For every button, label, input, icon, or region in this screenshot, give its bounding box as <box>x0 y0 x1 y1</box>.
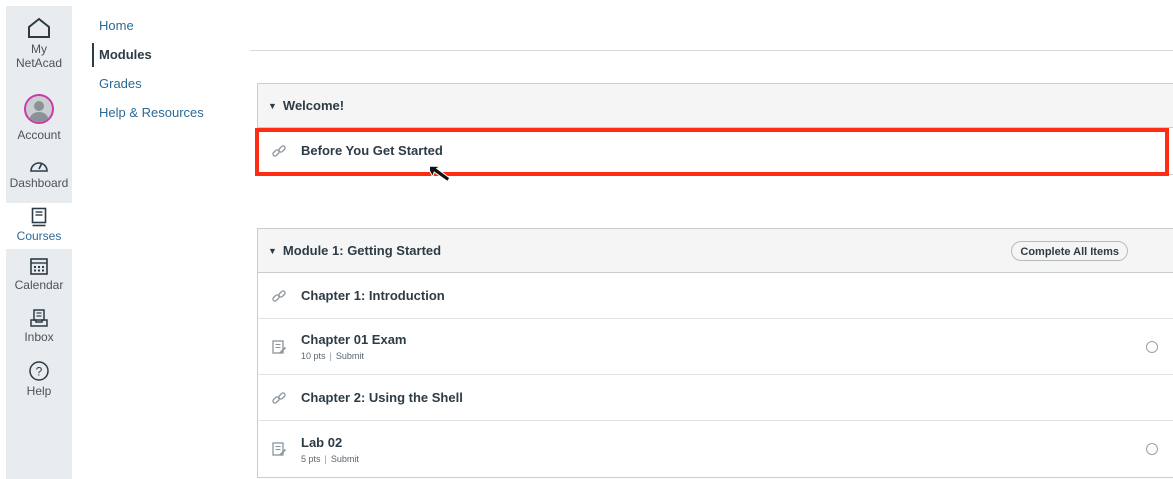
item-meta: 5 pts | Submit <box>301 453 359 464</box>
completion-circle-icon <box>1146 340 1158 353</box>
item-meta: 10 pts | Submit <box>301 351 364 361</box>
module-item[interactable]: Chapter 1: Introduction <box>258 273 1173 319</box>
module-item[interactable]: Chapter 2: Using the Shell <box>258 375 1173 421</box>
collapse-caret-icon[interactable]: ▼ <box>268 246 277 256</box>
item-action: Submit <box>335 351 364 361</box>
inbox-icon <box>30 309 48 327</box>
nav-account[interactable]: Account <box>6 94 72 142</box>
course-nav-home[interactable]: Home <box>92 14 242 38</box>
link-icon <box>272 391 286 404</box>
item-title[interactable]: Lab 02 <box>301 435 359 451</box>
course-nav-help-resources[interactable]: Help & Resources <box>92 101 242 125</box>
item-points: 10 pts <box>301 351 326 361</box>
item-points: 5 pts <box>301 453 321 464</box>
arrow-cursor-icon <box>430 165 451 183</box>
nav-help[interactable]: ? Help <box>6 360 72 398</box>
help-icon: ? <box>29 361 49 381</box>
module-header[interactable]: ▼ Module 1: Getting Started Complete All… <box>258 229 1173 273</box>
nav-inbox[interactable]: Inbox <box>6 308 72 344</box>
course-nav-modules[interactable]: Modules <box>92 43 242 67</box>
highlight-box <box>255 128 1169 176</box>
nav-my-netacad-label-2: NetAcad <box>15 56 63 70</box>
dashboard-gauge-icon <box>30 162 48 172</box>
quiz-icon <box>272 339 287 354</box>
course-nav: Home Modules Grades Help & Resources <box>92 14 242 130</box>
house-icon <box>28 17 50 38</box>
nav-help-label: Help <box>26 384 52 398</box>
nav-courses[interactable]: Courses <box>6 203 72 249</box>
nav-dashboard[interactable]: Dashboard <box>6 156 72 190</box>
nav-calendar[interactable]: Calendar <box>6 256 72 292</box>
nav-inbox-label: Inbox <box>24 330 54 344</box>
item-title[interactable]: Chapter 01 Exam <box>301 332 407 348</box>
module-header[interactable]: ▼ Welcome! <box>258 84 1173 128</box>
course-nav-grades[interactable]: Grades <box>92 72 242 96</box>
completion-circle-icon <box>1146 443 1158 455</box>
item-action: Submit <box>330 453 359 464</box>
calendar-icon <box>30 258 48 275</box>
complete-all-items-button[interactable]: Complete All Items <box>1011 241 1128 261</box>
item-title[interactable]: Chapter 2: Using the Shell <box>301 390 463 406</box>
nav-my-netacad-label-1: My <box>31 42 47 56</box>
item-title[interactable]: Chapter 1: Introduction <box>301 288 445 304</box>
nav-calendar-label: Calendar <box>14 278 64 292</box>
nav-my-netacad[interactable]: My NetAcad <box>6 16 72 70</box>
module-item[interactable]: Chapter 01 Exam 10 pts | Submit <box>258 319 1173 375</box>
link-icon <box>272 289 286 302</box>
svg-text:?: ? <box>36 365 43 379</box>
avatar <box>24 94 54 124</box>
book-icon <box>31 207 47 227</box>
quiz-icon <box>272 442 287 456</box>
nav-account-label: Account <box>17 128 61 142</box>
header-divider <box>250 50 1173 51</box>
module-1-getting-started: ▼ Module 1: Getting Started Complete All… <box>257 228 1173 478</box>
nav-courses-label: Courses <box>16 229 62 243</box>
module-item[interactable]: Lab 02 5 pts | Submit <box>258 421 1173 477</box>
global-nav: My NetAcad Account Dashboard Courses Cal… <box>6 6 72 479</box>
module-title: Module 1: Getting Started <box>282 243 442 258</box>
nav-dashboard-label: Dashboard <box>9 176 69 190</box>
collapse-caret-icon[interactable]: ▼ <box>268 101 277 111</box>
module-title: Welcome! <box>282 98 345 113</box>
